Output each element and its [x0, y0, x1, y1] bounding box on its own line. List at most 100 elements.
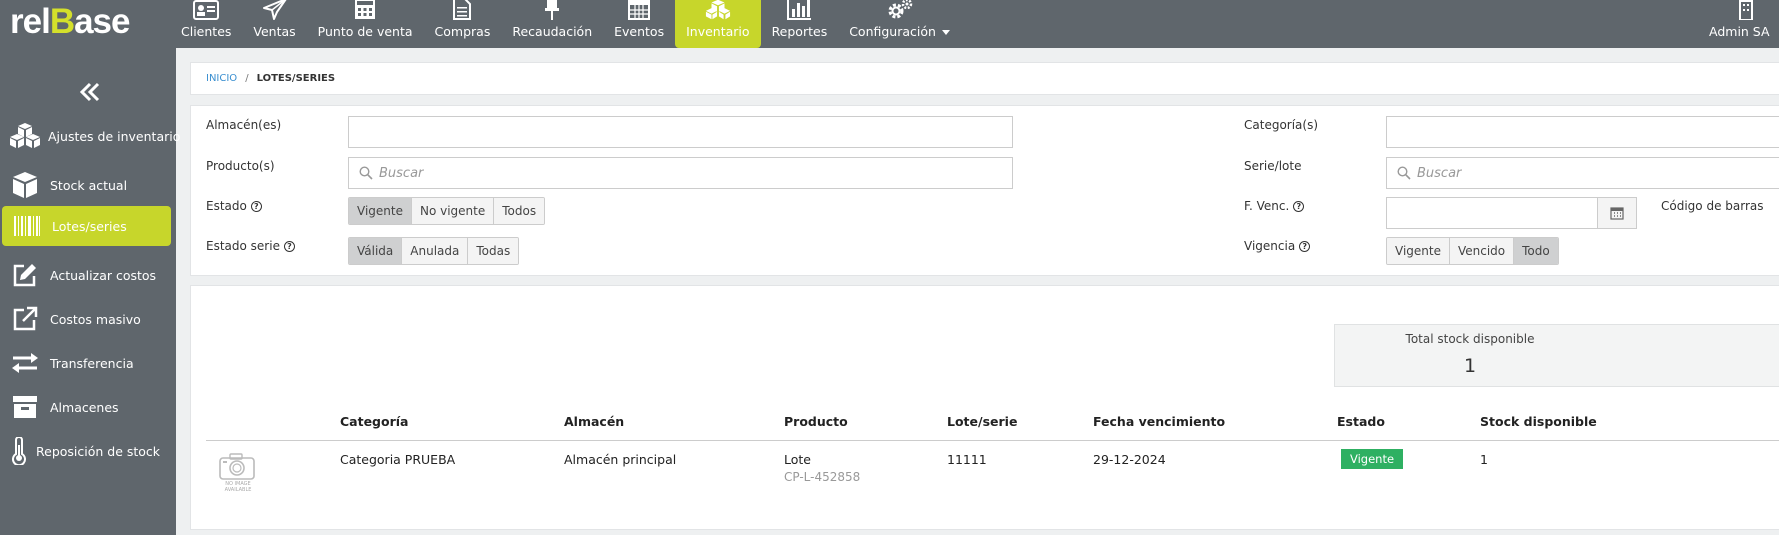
double-chevron-left-icon — [79, 82, 100, 102]
help-icon[interactable]: ? — [250, 200, 262, 212]
vigencia-vencido-button[interactable]: Vencido — [1449, 238, 1515, 264]
sidebar-item-ajustes[interactable]: Ajustes de inventario — [0, 116, 180, 156]
nav-compras[interactable]: Compras — [424, 0, 502, 48]
vigencia-todo-button[interactable]: Todo — [1514, 238, 1558, 264]
thermometer-icon — [10, 437, 28, 465]
column-header-lote-serie[interactable]: Lote/serie — [947, 414, 1017, 429]
cell-producto[interactable]: Lote — [784, 452, 811, 467]
productos-search-input[interactable]: Buscar — [348, 157, 1013, 189]
nav-reportes[interactable]: Reportes — [761, 0, 839, 48]
column-header-producto[interactable]: Producto — [784, 414, 848, 429]
user-menu[interactable]: Admin SA — [1709, 0, 1779, 48]
sidebar-item-stock-actual[interactable]: Stock actual — [0, 165, 176, 205]
edit-icon — [10, 261, 40, 289]
relbase-logo[interactable]: relBase — [10, 2, 131, 42]
cell-producto-code: CP-L-452858 — [784, 470, 861, 484]
sidebar-item-almacenes[interactable]: Almacenes — [0, 387, 176, 427]
top-navbar: relBase Clientes Ventas Punto de venta C… — [0, 0, 1779, 48]
estado-todos-button[interactable]: Todos — [494, 198, 545, 224]
column-header-fecha-vencimiento[interactable]: Fecha vencimiento — [1093, 414, 1225, 429]
nav-label: Punto de venta — [317, 24, 413, 39]
nav-eventos[interactable]: Eventos — [603, 0, 675, 48]
column-header-almacen[interactable]: Almacén — [564, 414, 624, 429]
estado-serie-valida-button[interactable]: Válida — [349, 238, 403, 264]
serie-lote-search-input[interactable]: Buscar — [1386, 157, 1779, 189]
nav-configuracion[interactable]: Configuración — [838, 0, 961, 48]
almacenes-select[interactable] — [348, 116, 1013, 148]
bar-chart-icon — [786, 0, 812, 20]
serie-lote-placeholder: Buscar — [1417, 165, 1462, 181]
cell-lote-serie: 11111 — [947, 452, 987, 467]
cell-fecha-vencimiento: 29-12-2024 — [1093, 452, 1166, 467]
cell-almacen: Almacén principal — [564, 452, 677, 467]
sidebar-item-lotes-series[interactable]: Lotes/series — [2, 206, 171, 246]
estado-no-vigente-button[interactable]: No vigente — [411, 198, 495, 224]
estado-vigente-button[interactable]: Vigente — [349, 198, 412, 224]
total-stock-label: Total stock disponible — [1405, 332, 1535, 346]
id-card-icon — [193, 0, 220, 20]
categorias-select[interactable] — [1386, 116, 1779, 148]
fvenc-date-input[interactable] — [1386, 197, 1598, 229]
almacenes-label: Almacén(es) — [206, 118, 282, 132]
column-header-stock-disponible[interactable]: Stock disponible — [1480, 414, 1597, 429]
main-nav: Clientes Ventas Punto de venta Compras R… — [170, 0, 961, 48]
sidebar-item-transferencia[interactable]: Transferencia — [0, 343, 176, 383]
nav-label: Inventario — [686, 24, 750, 39]
sidebar-item-label: Lotes/series — [52, 218, 127, 234]
sidebar-item-label: Ajustes de inventario — [48, 128, 181, 144]
sidebar: Ajustes de inventario Stock actual Lotes… — [0, 48, 180, 535]
sidebar-item-label: Stock actual — [50, 177, 128, 193]
boxes-icon — [705, 0, 731, 20]
column-header-categoria[interactable]: Categoría — [340, 414, 408, 429]
cubes-icon — [8, 122, 42, 150]
calculator-icon — [352, 0, 378, 20]
nav-inventario[interactable]: Inventario — [675, 0, 761, 48]
status-badge: Vigente — [1341, 449, 1404, 469]
nav-label: Reportes — [771, 24, 828, 39]
filters-panel: Almacén(es) Categoría(s) Producto(s) Bus… — [190, 105, 1779, 276]
collapse-sidebar-button[interactable] — [76, 78, 106, 108]
search-icon — [1397, 166, 1411, 180]
help-icon[interactable]: ? — [283, 240, 295, 252]
productos-placeholder: Buscar — [379, 165, 424, 181]
paper-plane-icon — [262, 0, 288, 20]
breadcrumb-separator: / — [245, 73, 249, 84]
estado-toggle-group: Vigente No vigente Todos — [348, 197, 546, 225]
nav-label: Ventas — [253, 24, 296, 39]
nav-label: Clientes — [181, 24, 232, 39]
cell-stock-disponible: 1 — [1480, 452, 1488, 467]
sidebar-item-reposicion[interactable]: Reposición de stock — [0, 431, 176, 471]
total-stock-value: 1 — [1463, 355, 1477, 377]
sidebar-item-label: Almacenes — [50, 399, 119, 415]
logo-text-pre: rel — [10, 2, 51, 41]
nav-ventas[interactable]: Ventas — [242, 0, 306, 48]
calendar-icon — [1610, 207, 1624, 220]
breadcrumb-home-link[interactable]: Inicio — [206, 73, 237, 84]
cell-categoria: Categoria PRUEBA — [340, 452, 456, 467]
pin-icon — [539, 0, 565, 20]
cube-icon — [10, 171, 40, 199]
serie-lote-label: Serie/lote — [1244, 159, 1302, 173]
nav-punto-de-venta[interactable]: Punto de venta — [307, 0, 424, 48]
nav-recaudacion[interactable]: Recaudación — [501, 0, 603, 48]
estado-serie-anulada-button[interactable]: Anulada — [402, 238, 469, 264]
sidebar-item-label: Costos masivo — [50, 311, 141, 327]
help-icon[interactable]: ? — [1299, 240, 1311, 252]
sidebar-item-actualizar-costos[interactable]: Actualizar costos — [0, 255, 176, 295]
nav-clientes[interactable]: Clientes — [170, 0, 242, 48]
calendar-icon — [626, 0, 652, 20]
estado-serie-todas-button[interactable]: Todas — [468, 238, 519, 264]
nav-label: Compras — [434, 24, 491, 39]
sidebar-item-costos-masivo[interactable]: Costos masivo — [0, 299, 176, 339]
logo-text-post: ase — [74, 2, 130, 41]
help-icon[interactable]: ? — [1293, 200, 1305, 212]
fvenc-label: F. Venc.? — [1244, 199, 1305, 213]
column-header-estado[interactable]: Estado — [1337, 414, 1385, 429]
estado-serie-label: Estado serie? — [206, 239, 295, 253]
date-picker-button[interactable] — [1597, 197, 1637, 229]
product-image-placeholder: NO IMAGE AVAILABLE — [218, 452, 255, 493]
vigencia-toggle-group: Vigente Vencido Todo — [1386, 237, 1559, 265]
vigencia-vigente-button[interactable]: Vigente — [1387, 238, 1450, 264]
results-panel: Total stock disponible 1 Categoría Almac… — [190, 285, 1779, 530]
codigo-barras-label: Código de barras — [1661, 199, 1764, 213]
